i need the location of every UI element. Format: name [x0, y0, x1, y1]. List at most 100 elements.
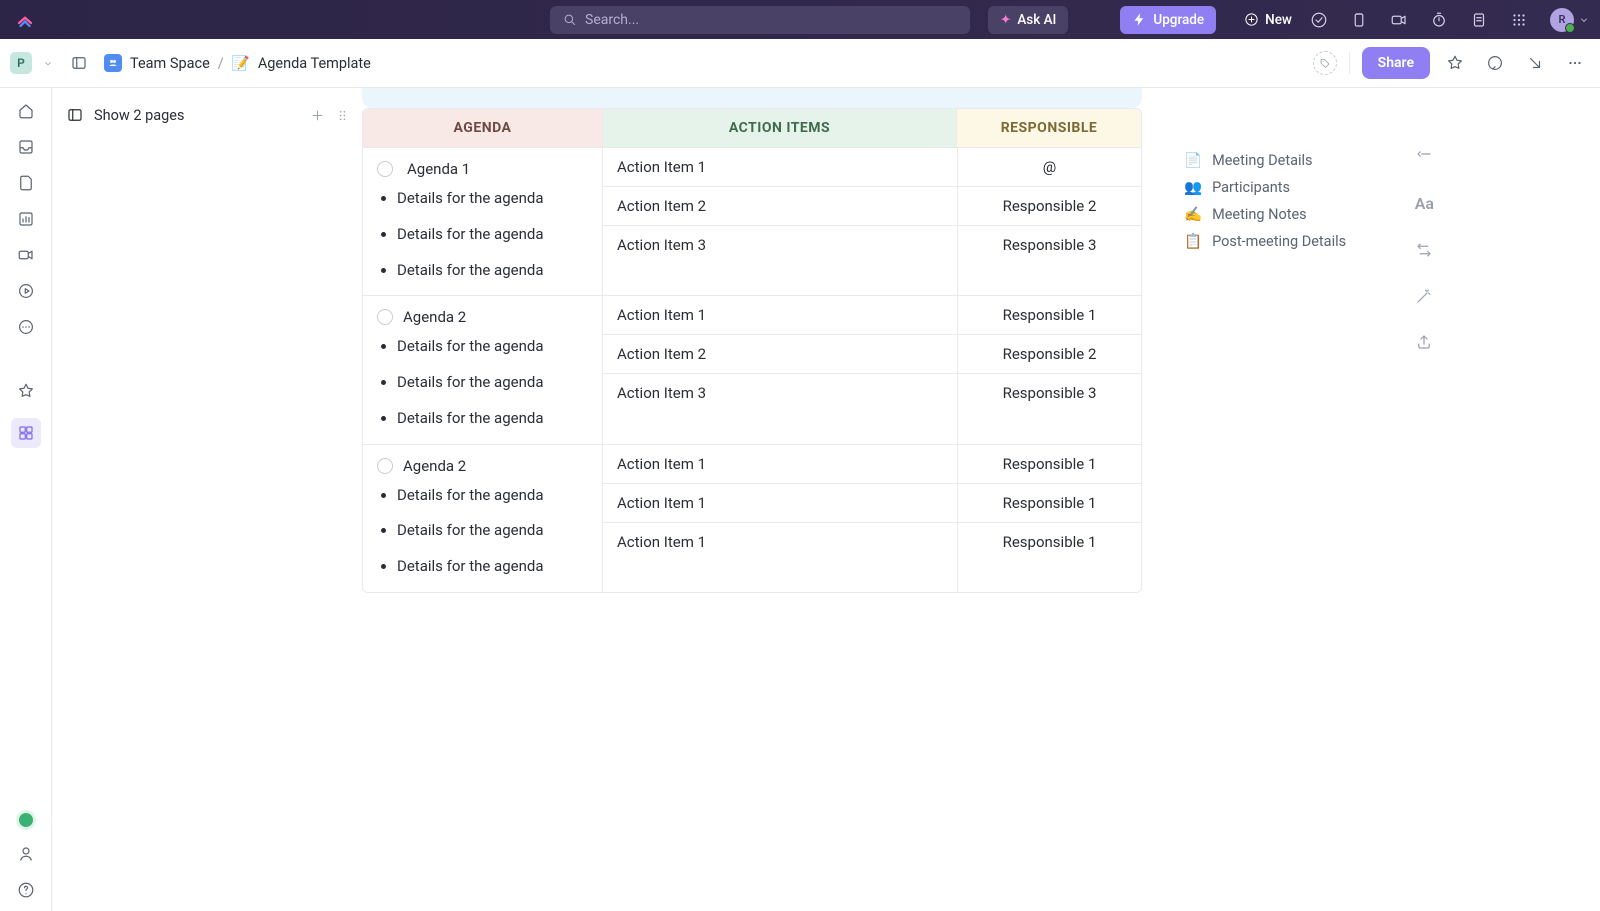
- action-item[interactable]: Action Item 1: [603, 484, 957, 523]
- responsible-value[interactable]: Responsible 1: [958, 523, 1141, 561]
- outline-item[interactable]: 📋 Post-meeting Details: [1184, 233, 1452, 250]
- video-icon[interactable]: [1390, 11, 1408, 29]
- help-icon[interactable]: [17, 881, 35, 899]
- invite-icon[interactable]: [17, 845, 35, 863]
- share-button[interactable]: Share: [1362, 47, 1430, 79]
- convert-icon[interactable]: [1415, 241, 1433, 259]
- list-item[interactable]: Details for the agen­da: [397, 188, 567, 210]
- responsible-value[interactable]: Responsible 3: [958, 374, 1141, 412]
- apps-grid-icon[interactable]: [1510, 11, 1528, 29]
- collapse-icon[interactable]: [1415, 148, 1433, 166]
- outline-label: Meeting Details: [1212, 152, 1312, 169]
- avatar[interactable]: R: [1550, 8, 1574, 32]
- breadcrumb-bar: P Team Space / 📝 Agenda Template Share: [0, 39, 1600, 88]
- action-item[interactable]: Action Item 2: [603, 335, 957, 374]
- table-header: AGENDA ACTION ITEMS RESPONSIBLE: [363, 109, 1141, 147]
- responsible-cell: Responsible 1 Responsible 2 Responsible …: [957, 296, 1141, 443]
- new-button[interactable]: New: [1244, 12, 1292, 28]
- list-item[interactable]: Details for the agen­da: [397, 408, 567, 430]
- tags-button[interactable]: [1313, 51, 1337, 75]
- outline-label: Meeting Notes: [1212, 206, 1307, 223]
- wand-icon[interactable]: [1415, 287, 1433, 305]
- list-item[interactable]: Details for the agen­da: [397, 224, 567, 246]
- clips-icon[interactable]: [17, 246, 35, 264]
- list-item[interactable]: Details for the agen­da: [397, 485, 567, 507]
- favorite-button[interactable]: [1440, 48, 1470, 78]
- upgrade-label: Upgrade: [1153, 12, 1204, 28]
- export-icon[interactable]: [1415, 333, 1433, 351]
- more-button[interactable]: [1560, 48, 1590, 78]
- spaces-rail-button[interactable]: [11, 418, 41, 448]
- notepad-icon[interactable]: [1470, 11, 1488, 29]
- action-item[interactable]: Action Item 2: [603, 187, 957, 226]
- breadcrumb-space[interactable]: Team Space: [130, 55, 210, 72]
- radio-icon[interactable]: [377, 458, 393, 474]
- action-item[interactable]: Action Item 3: [603, 374, 957, 412]
- responsible-value[interactable]: Responsible 1: [958, 484, 1141, 523]
- responsible-value[interactable]: Responsible 2: [958, 335, 1141, 374]
- list-item[interactable]: Details for the agen­da: [397, 260, 567, 282]
- show-pages-label[interactable]: Show 2 pages: [94, 107, 300, 124]
- font-icon[interactable]: Aa: [1415, 194, 1434, 213]
- people-icon: [107, 57, 119, 69]
- docs-icon[interactable]: [17, 174, 35, 192]
- floating-tools: Aa: [1415, 148, 1434, 351]
- space-icon: [104, 54, 122, 72]
- dashboard-icon[interactable]: [17, 210, 35, 228]
- action-item[interactable]: Action Item 3: [603, 226, 957, 264]
- outline-emoji: ✍️: [1184, 206, 1202, 223]
- agenda-cell[interactable]: Agenda 1 Details for the agen­da Details…: [363, 148, 603, 295]
- agenda-cell[interactable]: Agenda 2 Details for the agen­da Details…: [363, 445, 603, 592]
- comments-button[interactable]: [1480, 48, 1510, 78]
- breadcrumb-doc[interactable]: Agenda Template: [258, 55, 371, 72]
- inbox-icon[interactable]: [17, 138, 35, 156]
- check-circle-icon[interactable]: [1310, 11, 1328, 29]
- list-item[interactable]: Details for the agen­da: [397, 556, 567, 578]
- responsible-value[interactable]: @: [958, 148, 1141, 187]
- more-rail-icon[interactable]: [17, 318, 35, 336]
- radio-icon[interactable]: [377, 161, 393, 177]
- th-responsible: RESPONSIBLE: [957, 109, 1141, 147]
- favorites-rail-icon[interactable]: [17, 382, 35, 400]
- outline-label: Participants: [1212, 179, 1290, 196]
- responsible-value[interactable]: Responsible 3: [958, 226, 1141, 264]
- app-logo[interactable]: [10, 11, 40, 29]
- outline-item[interactable]: ✍️ Meeting Notes: [1184, 206, 1452, 223]
- agenda-cell[interactable]: Agenda 2 Details for the agen­da Details…: [363, 296, 603, 443]
- timesheets-icon[interactable]: [17, 282, 35, 300]
- status-indicator[interactable]: [19, 813, 33, 827]
- home-icon[interactable]: [17, 102, 35, 120]
- search-icon: [562, 12, 577, 27]
- plus-icon[interactable]: [310, 108, 325, 123]
- document-area: AGENDA ACTION ITEMS RESPONSIBLE Agenda 1…: [362, 88, 1142, 911]
- search-input[interactable]: Search...: [550, 6, 970, 34]
- outline-item[interactable]: 👥 Participants: [1184, 179, 1452, 196]
- list-item[interactable]: Details for the agen­da: [397, 336, 567, 358]
- panel-left-icon[interactable]: [66, 106, 84, 124]
- radio-icon[interactable]: [377, 309, 393, 325]
- action-item[interactable]: Action Item 1: [603, 445, 957, 484]
- responsible-value[interactable]: Responsible 1: [958, 296, 1141, 335]
- responsible-value[interactable]: Responsible 2: [958, 187, 1141, 226]
- list-item[interactable]: Details for the agen­da: [397, 372, 567, 394]
- ask-ai-button[interactable]: ✦ Ask AI: [988, 6, 1068, 34]
- upgrade-button[interactable]: Upgrade: [1120, 6, 1216, 34]
- stopwatch-icon[interactable]: [1430, 11, 1448, 29]
- chevron-down-icon[interactable]: [1578, 14, 1590, 26]
- workspace-chip[interactable]: P: [10, 52, 32, 74]
- download-button[interactable]: [1520, 48, 1550, 78]
- sidebar-toggle-button[interactable]: [64, 48, 94, 78]
- action-item[interactable]: Action Item 1: [603, 148, 957, 187]
- action-item[interactable]: Action Item 1: [603, 523, 957, 561]
- tag-icon: [1319, 56, 1331, 71]
- star-icon: [1446, 54, 1464, 72]
- outline-item[interactable]: 📄 Meeting Details: [1184, 152, 1452, 169]
- table-row: Agenda 2 Details for the agen­da Details…: [363, 444, 1141, 592]
- responsible-value[interactable]: Responsible 1: [958, 445, 1141, 484]
- list-item[interactable]: Details for the agen­da: [397, 520, 567, 542]
- drag-handle-icon[interactable]: [335, 108, 350, 123]
- clipboard-icon[interactable]: [1350, 11, 1368, 29]
- dots-horizontal-icon: [1566, 54, 1584, 72]
- action-item[interactable]: Action Item 1: [603, 296, 957, 335]
- chevron-down-icon[interactable]: [42, 56, 54, 71]
